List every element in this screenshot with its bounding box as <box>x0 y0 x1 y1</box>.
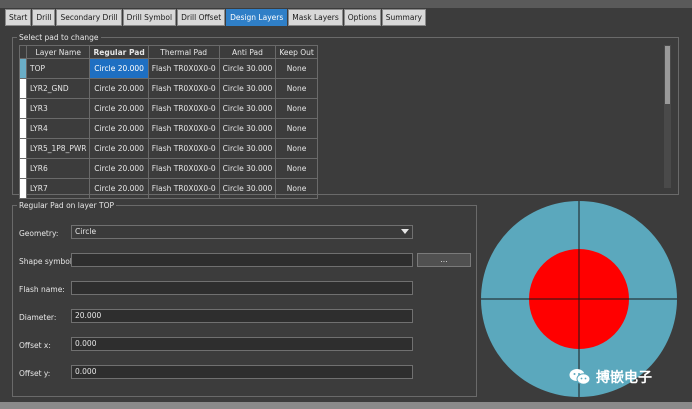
geometry-select[interactable]: Circle <box>71 225 413 239</box>
diameter-input[interactable]: 20.000 <box>71 309 413 323</box>
cell-regular-pad[interactable]: Circle 20.000 <box>89 118 149 139</box>
tab-bar: Start Drill Secondary Drill Drill Symbol… <box>5 9 426 26</box>
cell-regular-pad[interactable]: Circle 20.000 <box>89 98 149 119</box>
cell-anti-pad[interactable]: Circle 30.000 <box>218 58 277 79</box>
cell-anti-pad[interactable]: Circle 30.000 <box>218 118 277 139</box>
cell-layer-name[interactable]: LYR4 <box>25 118 91 139</box>
cell-regular-pad[interactable]: Circle 20.000 <box>89 178 149 199</box>
cell-thermal-pad[interactable]: Flash TR0X0X0-0 <box>147 78 220 99</box>
cell-regular-pad[interactable]: Circle 20.000 <box>89 138 149 159</box>
tab-mask-layers[interactable]: Mask Layers <box>288 9 343 26</box>
cell-keep-out[interactable]: None <box>275 178 318 199</box>
offset-x-input[interactable]: 0.000 <box>71 337 413 351</box>
cell-anti-pad[interactable]: Circle 30.000 <box>218 178 277 199</box>
column-header-thermal-pad[interactable]: Thermal Pad <box>147 45 220 59</box>
cell-layer-name[interactable]: LYR3 <box>25 98 91 119</box>
cell-regular-pad[interactable]: Circle 20.000 <box>89 78 149 99</box>
pad-table: Layer Name Regular Pad Thermal Pad Anti … <box>19 45 671 199</box>
browse-shape-button[interactable]: ... <box>417 253 471 267</box>
cell-thermal-pad[interactable]: Flash TR0X0X0-0 <box>147 58 220 79</box>
column-header-keep-out[interactable]: Keep Out <box>275 45 318 59</box>
pad-table-grid: Layer Name Regular Pad Thermal Pad Anti … <box>19 45 318 199</box>
column-header-layer-name[interactable]: Layer Name <box>25 45 91 59</box>
layer-color-swatch[interactable] <box>19 58 27 79</box>
pad-table-scrollbar[interactable] <box>664 45 671 188</box>
cell-layer-name[interactable]: LYR2_GND <box>25 78 91 99</box>
offset-y-label: Offset y: <box>19 369 51 378</box>
diameter-label: Diameter: <box>19 313 57 322</box>
geometry-value: Circle <box>75 227 97 236</box>
column-header-swatch <box>19 45 27 59</box>
cell-regular-pad[interactable]: Circle 20.000 <box>89 58 149 79</box>
layer-color-swatch[interactable] <box>19 178 27 199</box>
watermark-text: 搏嵌电子 <box>596 370 652 386</box>
layer-color-swatch[interactable] <box>19 158 27 179</box>
tab-design-layers[interactable]: Design Layers <box>226 9 288 26</box>
title-bar <box>0 0 692 8</box>
geometry-label: Geometry: <box>19 229 59 238</box>
cell-thermal-pad[interactable]: Flash TR0X0X0-0 <box>147 98 220 119</box>
chat-bubble-icon <box>569 369 591 385</box>
cell-keep-out[interactable]: None <box>275 78 318 99</box>
cell-thermal-pad[interactable]: Flash TR0X0X0-0 <box>147 178 220 199</box>
tab-secondary-drill[interactable]: Secondary Drill <box>56 9 122 26</box>
tab-drill[interactable]: Drill <box>32 9 56 26</box>
regular-pad-group-title: Regular Pad on layer TOP <box>17 200 117 211</box>
table-row[interactable]: TOP Circle 20.000 Flash TR0X0X0-0 Circle 30… <box>19 58 318 79</box>
layer-color-swatch[interactable] <box>19 98 27 119</box>
table-row[interactable]: LYR5_1P8_PWR Circle 20.000 Flash TR0X0X0-0… <box>19 138 318 159</box>
cell-anti-pad[interactable]: Circle 30.000 <box>218 138 277 159</box>
watermark: 搏嵌电子 <box>569 367 652 387</box>
layer-color-swatch[interactable] <box>19 118 27 139</box>
shape-symbol-label: Shape symbol: <box>19 257 75 266</box>
layer-color-swatch[interactable] <box>19 78 27 99</box>
table-row[interactable]: LYR6 Circle 20.000 Flash TR0X0X0-0 Circle 3… <box>19 158 318 179</box>
cell-layer-name[interactable]: TOP <box>25 58 91 79</box>
cell-regular-pad[interactable]: Circle 20.000 <box>89 158 149 179</box>
cell-anti-pad[interactable]: Circle 30.000 <box>218 98 277 119</box>
shape-symbol-input[interactable] <box>71 253 413 267</box>
cell-keep-out[interactable]: None <box>275 118 318 139</box>
table-row[interactable]: LYR3 Circle 20.000 Flash TR0X0X0-0 Circle 3… <box>19 98 318 119</box>
tab-options[interactable]: Options <box>343 9 381 26</box>
column-header-regular-pad[interactable]: Regular Pad <box>89 45 149 59</box>
pad-select-group-title: Select pad to change <box>17 32 101 43</box>
column-header-anti-pad[interactable]: Anti Pad <box>218 45 277 59</box>
flash-name-label: Flash name: <box>19 285 65 294</box>
cell-anti-pad[interactable]: Circle 30.000 <box>218 158 277 179</box>
cell-keep-out[interactable]: None <box>275 138 318 159</box>
cell-thermal-pad[interactable]: Flash TR0X0X0-0 <box>147 138 220 159</box>
chevron-down-icon[interactable] <box>401 229 409 234</box>
cell-keep-out[interactable]: None <box>275 58 318 79</box>
cell-keep-out[interactable]: None <box>275 98 318 119</box>
layer-color-swatch[interactable] <box>19 138 27 159</box>
offset-x-label: Offset x: <box>19 341 51 350</box>
table-row[interactable]: LYR2_GND Circle 20.000 Flash TR0X0X0-0 Circ… <box>19 78 318 99</box>
tab-start[interactable]: Start <box>5 9 32 26</box>
status-bar <box>0 402 692 409</box>
tab-drill-offset[interactable]: Drill Offset <box>177 9 226 26</box>
cell-layer-name[interactable]: LYR5_1P8_PWR <box>25 138 91 159</box>
tab-summary[interactable]: Summary <box>381 9 426 26</box>
cell-keep-out[interactable]: None <box>275 158 318 179</box>
cell-layer-name[interactable]: LYR7 <box>25 178 91 199</box>
cell-thermal-pad[interactable]: Flash TR0X0X0-0 <box>147 118 220 139</box>
offset-y-input[interactable]: 0.000 <box>71 365 413 379</box>
cell-thermal-pad[interactable]: Flash TR0X0X0-0 <box>147 158 220 179</box>
table-row[interactable]: LYR4 Circle 20.000 Flash TR0X0X0-0 Circle 3… <box>19 118 318 139</box>
table-row[interactable]: LYR7 Circle 20.000 Flash TR0X0X0-0 Circle 3… <box>19 178 318 199</box>
scrollbar-thumb[interactable] <box>665 46 670 104</box>
flash-name-input[interactable] <box>71 281 413 295</box>
cell-layer-name[interactable]: LYR6 <box>25 158 91 179</box>
cell-anti-pad[interactable]: Circle 30.000 <box>218 78 277 99</box>
tab-drill-symbol[interactable]: Drill Symbol <box>122 9 177 26</box>
